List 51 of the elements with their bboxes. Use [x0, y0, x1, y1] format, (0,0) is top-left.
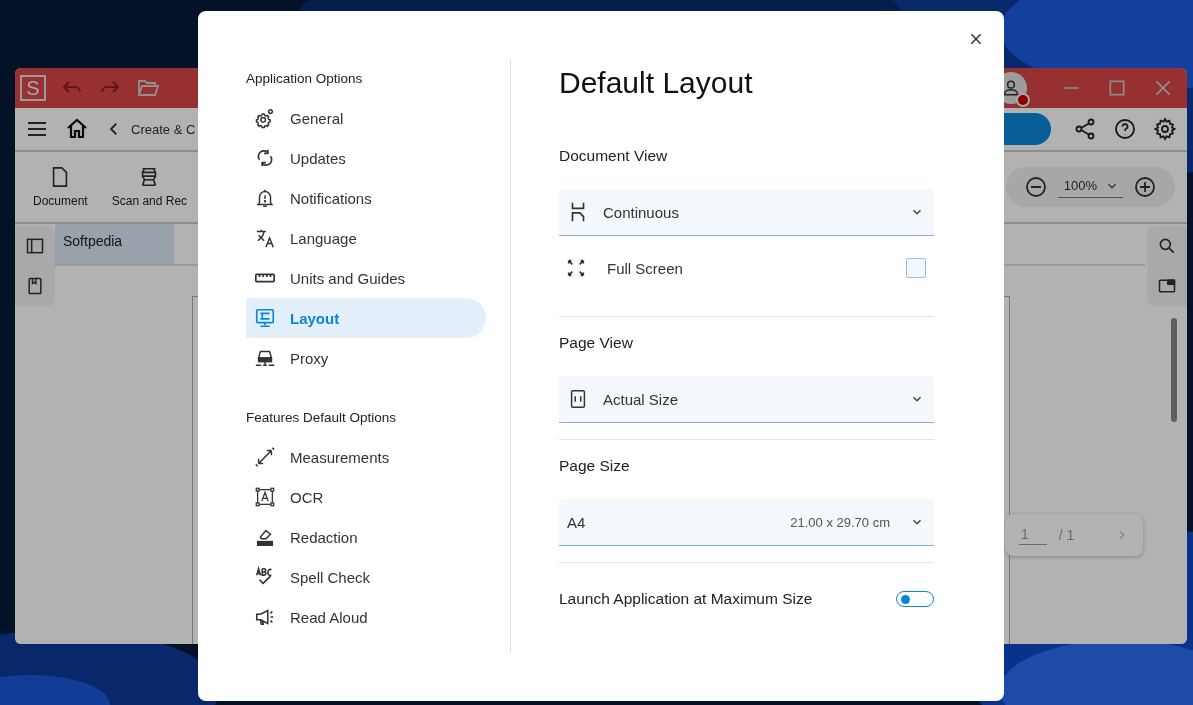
gear-icon	[254, 107, 276, 129]
text-frame-icon	[254, 486, 276, 508]
group-heading: Document View	[559, 147, 669, 166]
breadcrumb: Create & C	[131, 121, 196, 137]
nav-item[interactable]: Units and Guides	[246, 258, 486, 298]
bookmark-icon[interactable]	[25, 276, 45, 296]
group-heading: Page Size	[559, 457, 631, 476]
panel-icon[interactable]	[1157, 276, 1177, 296]
group-heading: Page View	[559, 334, 634, 353]
translate-icon	[254, 227, 276, 249]
share-icon[interactable]	[1073, 117, 1097, 141]
page-dimensions: 21.00 x 29.70 cm	[790, 514, 890, 530]
measure-icon	[254, 446, 276, 468]
sidebar-icon[interactable]	[25, 236, 45, 256]
dialog-title: Default Layout	[559, 66, 754, 100]
monitor-icon	[254, 307, 276, 329]
nav-item[interactable]: Measurements	[246, 437, 486, 477]
ribbon-button[interactable]: Scan and Rec	[103, 166, 196, 208]
nav-item[interactable]: Language	[246, 218, 486, 258]
home-icon[interactable]	[65, 117, 89, 141]
nav-item[interactable]: Updates	[246, 138, 486, 178]
app-logo: S	[20, 75, 46, 101]
nav-item[interactable]: Spell Check	[246, 557, 486, 597]
checkbox[interactable]	[906, 258, 926, 278]
settings-icon[interactable]	[1153, 117, 1177, 141]
close-icon[interactable]	[968, 31, 984, 47]
dropdown-field[interactable]: Continuous	[559, 189, 934, 236]
ribbon-button[interactable]: Document	[25, 166, 96, 208]
section-heading: Application Options	[246, 70, 364, 88]
nav-item[interactable]: General	[246, 98, 486, 138]
bell-icon	[254, 187, 276, 209]
option-label: Launch Application at Maximum Size	[559, 590, 813, 608]
nav-item[interactable]: Read Aloud	[246, 597, 486, 637]
scrollbar-thumb[interactable]	[1171, 318, 1177, 422]
option-label: Full Screen	[607, 259, 683, 277]
search-icon[interactable]	[1157, 236, 1177, 256]
zoom-dropdown[interactable]: 100%	[1057, 176, 1123, 198]
nav-item[interactable]: OCR	[246, 477, 486, 517]
fullscreen-icon	[565, 257, 587, 279]
megaphone-icon	[254, 606, 276, 628]
section-heading: Features Default Options	[246, 409, 398, 427]
page-total: / 1	[1058, 527, 1075, 543]
nav-item[interactable]: Proxy	[246, 338, 486, 378]
document-tab[interactable]: Softpedia	[55, 224, 175, 264]
nav-item[interactable]: Redaction	[246, 517, 486, 557]
dropdown-field[interactable]: A4 21.00 x 29.70 cm	[559, 499, 934, 546]
zoom-in-icon[interactable]	[1133, 175, 1157, 199]
zoom-out-icon[interactable]	[1023, 175, 1048, 199]
help-icon[interactable]	[1113, 117, 1137, 141]
nav-item[interactable]: Notifications	[246, 178, 486, 218]
dropdown-field[interactable]: Actual Size	[559, 376, 934, 423]
